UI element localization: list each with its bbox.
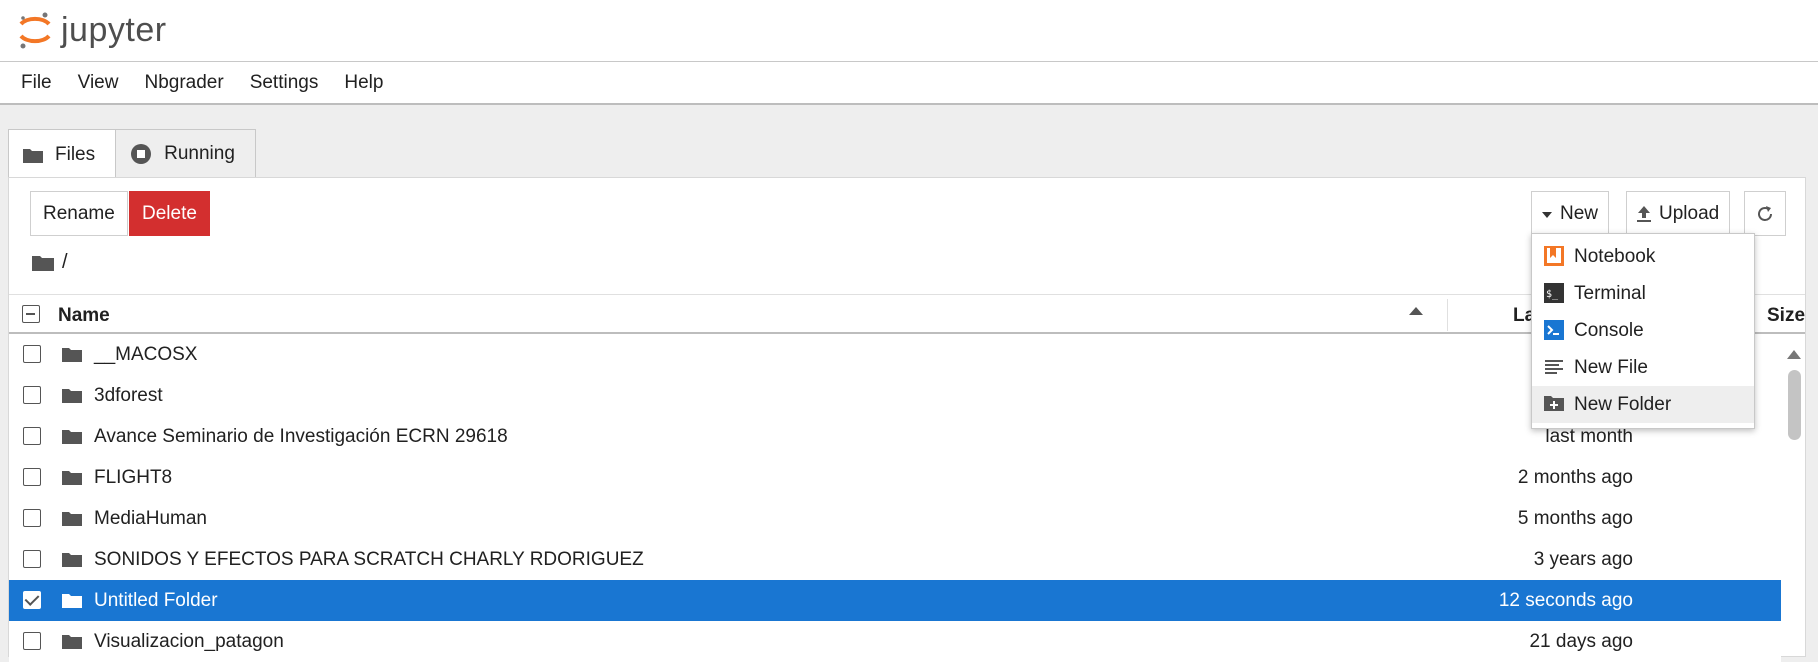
- terminal-icon: $_: [1544, 283, 1564, 309]
- delete-button[interactable]: Delete: [129, 191, 210, 236]
- menu-nbgrader[interactable]: Nbgrader: [131, 61, 236, 104]
- file-name[interactable]: Untitled Folder: [94, 590, 218, 612]
- refresh-button[interactable]: [1744, 191, 1786, 236]
- file-name[interactable]: MediaHuman: [94, 508, 207, 530]
- breadcrumb-path[interactable]: /: [62, 251, 68, 274]
- folder-icon: [62, 469, 82, 490]
- file-name[interactable]: 3dforest: [94, 385, 163, 407]
- menu-item-label: Terminal: [1574, 282, 1646, 304]
- svg-text:$_: $_: [1546, 289, 1559, 300]
- file-row[interactable]: __MACOSX: [9, 334, 1781, 375]
- new-dropdown-menu: Notebook $_ Terminal Console New File Ne…: [1531, 233, 1755, 429]
- menu-settings[interactable]: Settings: [237, 61, 332, 104]
- menu-item-new-file[interactable]: New File: [1532, 349, 1754, 386]
- upload-button-label: Upload: [1659, 202, 1720, 224]
- new-folder-icon: [1544, 394, 1564, 418]
- rename-button[interactable]: Rename: [30, 191, 128, 236]
- new-button[interactable]: New: [1531, 191, 1610, 236]
- row-checkbox[interactable]: [23, 468, 41, 486]
- folder-icon: [62, 633, 82, 654]
- breadcrumb-home-folder-icon[interactable]: [32, 254, 54, 271]
- file-name[interactable]: __MACOSX: [94, 344, 197, 366]
- file-modified: 21 days ago: [1529, 631, 1633, 652]
- column-name[interactable]: Name: [58, 305, 110, 327]
- menu-help[interactable]: Help: [331, 61, 396, 104]
- caret-down-icon: [1542, 211, 1552, 218]
- folder-icon: [62, 551, 82, 572]
- tab-running-label: Running: [164, 142, 235, 164]
- file-name[interactable]: Avance Seminario de Investigación ECRN 2…: [94, 426, 508, 448]
- folder-icon: [62, 346, 82, 367]
- tab-running[interactable]: Running: [115, 129, 256, 177]
- row-checkbox[interactable]: [23, 427, 41, 445]
- file-name[interactable]: FLIGHT8: [94, 467, 172, 489]
- row-checkbox-checked[interactable]: [23, 591, 41, 609]
- tab-files[interactable]: Files: [8, 129, 117, 179]
- menu-file[interactable]: File: [8, 61, 65, 104]
- file-row[interactable]: FLIGHT8 2 months ago: [9, 457, 1781, 498]
- folder-icon: [23, 147, 43, 163]
- file-row[interactable]: SONIDOS Y EFECTOS PARA SCRATCH CHARLY RD…: [9, 539, 1781, 580]
- row-checkbox[interactable]: [23, 509, 41, 527]
- menu-item-terminal[interactable]: $_ Terminal: [1532, 275, 1754, 312]
- row-checkbox[interactable]: [23, 345, 41, 363]
- file-row[interactable]: MediaHuman 5 months ago: [9, 498, 1781, 539]
- row-checkbox[interactable]: [23, 632, 41, 650]
- column-divider[interactable]: [1447, 299, 1448, 331]
- jupyter-logo[interactable]: jupyter: [17, 8, 167, 52]
- console-icon: [1544, 320, 1564, 346]
- menu-bar: File View Nbgrader Settings Help: [0, 62, 1818, 105]
- file-modified: 5 months ago: [1517, 508, 1633, 529]
- new-button-label: New: [1560, 202, 1599, 224]
- menu-item-label: Notebook: [1574, 245, 1656, 267]
- file-list: __MACOSX 3dforest 4 n Avance Seminario d…: [9, 334, 1781, 662]
- scroll-up-arrow[interactable]: [1787, 350, 1801, 359]
- file-name[interactable]: Visualizacion_patagon: [94, 631, 284, 653]
- menu-item-label: New Folder: [1574, 393, 1672, 415]
- sort-ascending-icon: [1409, 307, 1423, 315]
- breadcrumb: /: [32, 251, 68, 274]
- select-all-checkbox[interactable]: [22, 305, 40, 323]
- upload-button[interactable]: Upload: [1626, 191, 1731, 236]
- file-row[interactable]: 3dforest 4 n: [9, 375, 1781, 416]
- menu-item-console[interactable]: Console: [1532, 312, 1754, 349]
- file-modified: 2 months ago: [1517, 467, 1633, 488]
- file-modified: 12 seconds ago: [1498, 590, 1633, 611]
- menu-item-label: Console: [1574, 319, 1644, 341]
- stop-circle-icon: [130, 143, 152, 165]
- logo-text: jupyter: [61, 10, 167, 49]
- menu-item-label: New File: [1574, 356, 1648, 378]
- top-bar: jupyter: [0, 0, 1818, 62]
- menu-item-new-folder[interactable]: New Folder: [1532, 386, 1754, 423]
- folder-icon: [62, 428, 82, 449]
- tab-bar: Files Running: [8, 129, 256, 179]
- folder-icon: [62, 510, 82, 531]
- column-size[interactable]: Size: [1767, 305, 1805, 327]
- file-row[interactable]: Visualizacion_patagon 21 days ago: [9, 621, 1781, 662]
- notebook-icon: [1544, 246, 1564, 272]
- tab-files-label: Files: [55, 143, 96, 165]
- menu-view[interactable]: View: [65, 61, 132, 104]
- row-checkbox[interactable]: [23, 550, 41, 568]
- folder-icon: [62, 387, 82, 408]
- menu-item-notebook[interactable]: Notebook: [1532, 238, 1754, 275]
- text-file-icon: [1544, 357, 1564, 383]
- file-row[interactable]: Avance Seminario de Investigación ECRN 2…: [9, 416, 1781, 457]
- file-row-selected[interactable]: Untitled Folder 12 seconds ago: [9, 580, 1781, 621]
- row-checkbox[interactable]: [23, 386, 41, 404]
- folder-icon: [62, 592, 82, 613]
- scrollbar-thumb[interactable]: [1788, 370, 1801, 440]
- upload-icon: [1637, 205, 1651, 222]
- refresh-icon: [1758, 205, 1772, 221]
- file-modified: 3 years ago: [1533, 549, 1633, 570]
- jupyter-logo-icon: [19, 12, 51, 49]
- file-name[interactable]: SONIDOS Y EFECTOS PARA SCRATCH CHARLY RD…: [94, 549, 644, 571]
- file-modified: last month: [1545, 426, 1633, 447]
